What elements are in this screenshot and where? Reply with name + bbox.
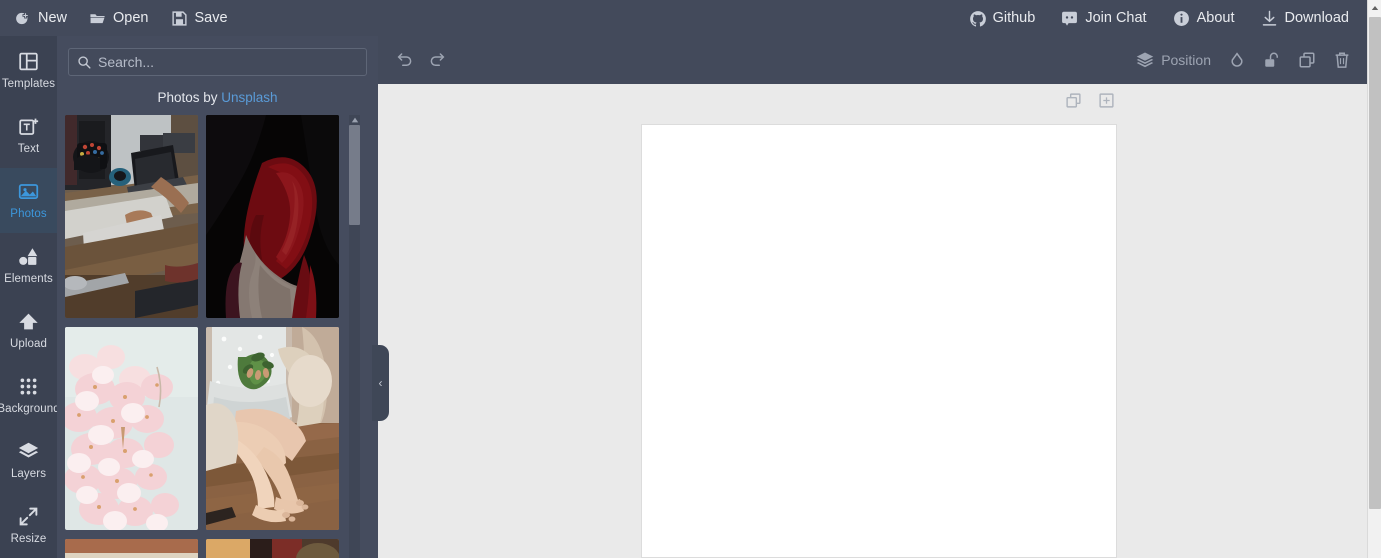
photo-thumbnail-cherry-blossom[interactable] <box>65 327 198 530</box>
photos-grid <box>65 115 339 558</box>
save-button-label: Save <box>194 10 228 26</box>
design-page-canvas[interactable] <box>641 124 1117 558</box>
download-icon <box>1261 10 1278 27</box>
text-icon <box>18 116 39 137</box>
photos-grid-scroll[interactable] <box>65 115 378 558</box>
sidebar-item-text[interactable]: Text <box>0 103 57 168</box>
open-button-label: Open <box>113 10 149 26</box>
sidebar-item-photos-label: Photos <box>10 208 47 220</box>
chat-icon <box>1061 10 1078 27</box>
photo-thumbnail-red-fabric[interactable] <box>206 115 339 318</box>
add-page-icon[interactable] <box>1098 92 1115 109</box>
undo-icon <box>396 51 414 69</box>
lock-button[interactable] <box>1263 51 1281 69</box>
browser-scrollbar[interactable] <box>1367 0 1381 558</box>
elements-icon <box>18 246 39 267</box>
about-link-label: About <box>1196 10 1235 26</box>
resize-icon <box>18 506 39 527</box>
join-chat-link[interactable]: Join Chat <box>1061 10 1147 27</box>
sidebar-item-resize[interactable]: Resize <box>0 493 57 558</box>
sidebar-item-elements-label: Elements <box>4 273 53 285</box>
info-icon <box>1173 10 1190 27</box>
sidebar-item-upload[interactable]: Upload <box>0 298 57 363</box>
about-link[interactable]: About <box>1173 10 1235 27</box>
download-button[interactable]: Download <box>1261 10 1350 27</box>
canvas-area[interactable] <box>378 84 1367 558</box>
panel-collapse-handle[interactable]: ‹ <box>372 345 389 421</box>
position-button-label: Position <box>1161 52 1211 68</box>
photo-thumbnail-desk-workspace[interactable] <box>65 115 198 318</box>
save-button[interactable]: Save <box>171 10 228 27</box>
duplicate-icon <box>1298 51 1316 69</box>
sidebar-item-elements[interactable]: Elements <box>0 233 57 298</box>
header-right-group: Github Join Chat About Download <box>969 10 1367 27</box>
photos-panel: Photos by Unsplash <box>57 36 378 558</box>
app-header: New Open Save Github Join Chat About Dow… <box>0 0 1367 36</box>
position-button[interactable]: Position <box>1136 51 1211 69</box>
github-link-label: Github <box>992 10 1036 26</box>
search-icon <box>77 55 91 69</box>
chevron-left-icon: ‹ <box>378 376 383 390</box>
search-box[interactable] <box>68 48 367 76</box>
photo-thumbnail-warm-interior[interactable] <box>206 539 339 558</box>
unsplash-link[interactable]: Unsplash <box>221 90 277 105</box>
opacity-button[interactable] <box>1228 51 1246 69</box>
panel-scrollbar-thumb[interactable] <box>349 125 360 225</box>
github-icon <box>969 10 986 27</box>
sidebar-item-background-label: Background <box>0 403 60 415</box>
canvas-toolbar-left <box>378 51 446 69</box>
photo-thumbnail-building-facade[interactable] <box>65 539 198 558</box>
undo-button[interactable] <box>396 51 414 69</box>
sidebar-item-layers[interactable]: Layers <box>0 428 57 493</box>
droplet-icon <box>1228 51 1246 69</box>
photo-thumbnail-seated-person[interactable] <box>206 327 339 530</box>
sidebar-item-background[interactable]: Background <box>0 363 60 428</box>
floppy-disk-icon <box>171 10 188 27</box>
left-sidebar: Templates Text Photos Elements Upload Ba… <box>0 36 60 558</box>
page-tools <box>1065 92 1115 109</box>
unlock-padlock-icon <box>1263 51 1281 69</box>
panel-scroll-up-arrow[interactable] <box>349 115 360 125</box>
github-link[interactable]: Github <box>969 10 1036 27</box>
header-left-group: New Open Save <box>0 10 228 27</box>
sidebar-item-layers-label: Layers <box>10 468 47 480</box>
photos-credit-prefix: Photos by <box>157 90 222 105</box>
browser-scroll-up-arrow[interactable] <box>1368 0 1381 15</box>
new-file-icon <box>14 10 31 27</box>
sidebar-item-templates[interactable]: Templates <box>0 38 57 103</box>
browser-scrollbar-thumb[interactable] <box>1369 17 1381 509</box>
redo-button[interactable] <box>428 51 446 69</box>
join-chat-link-label: Join Chat <box>1085 10 1147 26</box>
trash-icon <box>1333 51 1351 69</box>
sidebar-item-resize-label: Resize <box>10 533 47 545</box>
redo-icon <box>428 51 446 69</box>
download-button-label: Download <box>1284 10 1350 26</box>
open-button[interactable]: Open <box>89 10 149 27</box>
delete-button[interactable] <box>1333 51 1351 69</box>
photos-credit: Photos by Unsplash <box>57 76 378 115</box>
new-button-label: New <box>38 10 68 26</box>
canvas-toolbar: Position <box>378 36 1367 84</box>
duplicate-page-icon[interactable] <box>1065 92 1082 109</box>
layers-icon <box>18 441 39 462</box>
new-button[interactable]: New <box>14 10 67 27</box>
sidebar-item-upload-label: Upload <box>9 338 48 350</box>
sidebar-item-templates-label: Templates <box>1 78 56 90</box>
upload-icon <box>18 311 39 332</box>
search-wrapper <box>57 36 378 76</box>
templates-icon <box>18 51 39 72</box>
layers-stack-icon <box>1136 51 1154 69</box>
app-root: New Open Save Github Join Chat About Dow… <box>0 0 1381 558</box>
sidebar-item-text-label: Text <box>17 143 40 155</box>
canvas-toolbar-right: Position <box>1136 51 1367 69</box>
sidebar-item-photos[interactable]: Photos <box>0 168 57 233</box>
search-input[interactable] <box>69 49 366 75</box>
background-grid-icon <box>18 376 39 397</box>
folder-open-icon <box>89 10 106 27</box>
duplicate-button[interactable] <box>1298 51 1316 69</box>
photos-icon <box>18 181 39 202</box>
